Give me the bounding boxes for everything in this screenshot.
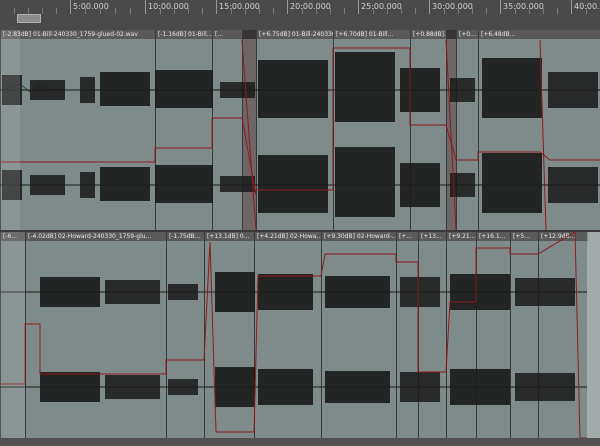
track-howard[interactable]: [-6... [-4.02dB] 02-Howard-240330_1759-g… (0, 232, 600, 438)
ruler-minor-tick (373, 8, 374, 14)
waveform (0, 39, 600, 230)
selection-shade (587, 232, 600, 438)
ruler-minor-tick (472, 8, 473, 14)
ruler-tick (145, 0, 146, 14)
ruler-minor-tick (316, 8, 317, 14)
track-bill[interactable]: [-2.83dB] 01-Bill-240330_1759-glued-02.w… (0, 30, 600, 230)
ruler-tick (571, 0, 572, 14)
ruler-label: 20:00.000 (290, 2, 331, 11)
ruler-minor-tick (14, 8, 15, 14)
ruler-tick (429, 0, 430, 14)
ruler-label: 35:00.000 (503, 2, 544, 11)
ruler-minor-tick (231, 8, 232, 14)
ruler-tick (287, 0, 288, 14)
ruler-label: 40:00.000 (574, 2, 600, 11)
ruler-minor-tick (458, 8, 459, 14)
ruler-minor-tick (401, 8, 402, 14)
ruler-minor-tick (130, 8, 131, 14)
ruler-label: 30:00.000 (432, 2, 473, 11)
ruler-minor-tick (302, 8, 303, 14)
ruler-tick (216, 0, 217, 14)
ruler-minor-tick (444, 8, 445, 14)
ruler-minor-tick (344, 8, 345, 14)
ruler-minor-tick (486, 8, 487, 14)
playhead-handle[interactable] (17, 14, 41, 23)
ruler-minor-tick (273, 8, 274, 14)
ruler-minor-tick (529, 8, 530, 14)
ruler-minor-tick (245, 8, 246, 14)
ruler-label: 5:00.000 (73, 2, 109, 11)
ruler-label: 10:00.000 (148, 2, 189, 11)
ruler-minor-tick (56, 8, 57, 14)
ruler-minor-tick (415, 8, 416, 14)
ruler-tick (500, 0, 501, 14)
ruler-minor-tick (259, 8, 260, 14)
ruler-minor-tick (543, 8, 544, 14)
ruler-minor-tick (188, 8, 189, 14)
selection-shade (0, 30, 20, 230)
horizontal-scrollbar[interactable] (0, 438, 600, 446)
ruler-minor-tick (85, 8, 86, 14)
ruler-minor-tick (586, 8, 587, 14)
waveform (0, 232, 587, 438)
ruler-tick (70, 0, 71, 14)
ruler-minor-tick (115, 8, 116, 14)
ruler-minor-tick (174, 8, 175, 14)
ruler-minor-tick (330, 8, 331, 14)
ruler-tick (358, 0, 359, 14)
ruler-label: 25:00.000 (361, 2, 402, 11)
ruler-minor-tick (515, 8, 516, 14)
ruler-minor-tick (160, 8, 161, 14)
timeline-ruler[interactable]: 5:00.000 10:00.000 15:00.000 20:00.000 2… (0, 0, 600, 31)
ruler-label: 15:00.000 (219, 2, 260, 11)
ruler-minor-tick (557, 8, 558, 14)
ruler-minor-tick (100, 8, 101, 14)
ruler-minor-tick (202, 8, 203, 14)
selection-shade (0, 232, 25, 438)
ruler-minor-tick (387, 8, 388, 14)
ruler-minor-tick (42, 8, 43, 14)
